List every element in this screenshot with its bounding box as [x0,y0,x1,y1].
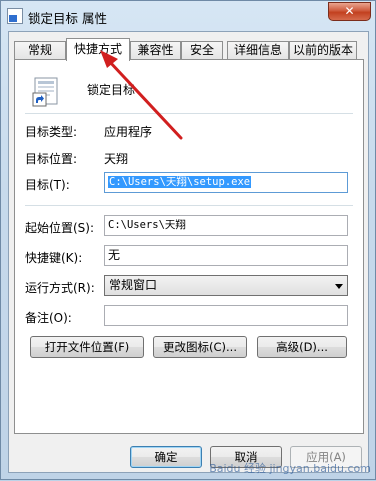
open-file-location-button[interactable]: 打开文件位置(F) [30,336,144,358]
target-label: 目标(T): [25,178,70,192]
change-icon-label: 更改图标(C)... [163,340,237,354]
tab-security-label: 安全 [189,43,214,57]
divider [25,113,353,114]
divider [25,205,353,206]
ok-button[interactable]: 确定 [130,446,202,468]
tab-general[interactable]: 常规 [14,41,66,60]
title-bar[interactable]: 锁定目标 属性 ✕ [1,1,376,31]
tab-previous-versions-label: 以前的版本 [292,43,353,57]
advanced-button[interactable]: 高级(D)... [257,336,347,358]
hotkey-input-value: 无 [108,248,121,262]
comment-input[interactable] [104,305,348,326]
run-label: 运行方式(R): [25,281,95,295]
target-input[interactable]: C:\Users\天翔\setup.exe [104,172,348,193]
change-icon-button[interactable]: 更改图标(C)... [153,336,247,358]
start-in-label: 起始位置(S): [25,221,95,235]
target-location-label: 目标位置: [25,152,78,166]
shortcut-app-icon [32,77,58,107]
target-type-label: 目标类型: [25,125,78,139]
comment-label: 备注(O): [25,311,72,325]
hotkey-label: 快捷键(K): [25,251,83,265]
tab-previous-versions[interactable]: 以前的版本 [289,41,357,60]
tab-security[interactable]: 安全 [181,41,223,60]
run-mode-select[interactable]: 常规窗口 [104,275,348,296]
target-location-value: 天翔 [104,152,129,166]
open-file-location-label: 打开文件位置(F) [44,340,130,354]
target-type-value: 应用程序 [104,125,153,139]
tab-compatibility[interactable]: 兼容性 [130,41,181,60]
shortcut-panel: 锁定目标 目标类型: 应用程序 目标位置: 天翔 目标(T): C:\Users… [14,59,364,434]
tab-shortcut[interactable]: 快捷方式 [66,38,130,61]
ok-label: 确定 [154,450,178,464]
properties-window: 锁定目标 属性 ✕ 常规 快捷方式 兼容性 安全 详细信息 以前的版本 锁定目标 [0,0,376,480]
shortcut-file-icon [7,8,23,24]
start-in-input[interactable]: C:\Users\天翔 [104,215,348,236]
close-button[interactable]: ✕ [328,2,371,21]
close-icon: ✕ [344,4,355,18]
tab-shortcut-label: 快捷方式 [73,42,122,56]
start-in-input-value: C:\Users\天翔 [108,219,186,231]
run-mode-value: 常规窗口 [109,278,158,292]
window-title: 锁定目标 属性 [28,11,107,26]
tab-details[interactable]: 详细信息 [227,41,289,60]
tab-details-label: 详细信息 [233,43,282,57]
shortcut-name: 锁定目标 [87,83,136,97]
tab-compatibility-label: 兼容性 [137,43,174,57]
chevron-down-icon [335,284,343,289]
target-input-value: C:\Users\天翔\setup.exe [108,176,252,188]
advanced-label: 高级(D)... [276,340,328,354]
dialog-client: 常规 快捷方式 兼容性 安全 详细信息 以前的版本 锁定目标 目标类型: 应用程… [8,31,369,473]
tab-general-label: 常规 [27,43,52,57]
hotkey-input[interactable]: 无 [104,245,348,266]
watermark: Baidu 经验 jingyan.baidu.com [209,462,371,475]
tab-strip: 常规 快捷方式 兼容性 安全 详细信息 以前的版本 [14,38,364,61]
